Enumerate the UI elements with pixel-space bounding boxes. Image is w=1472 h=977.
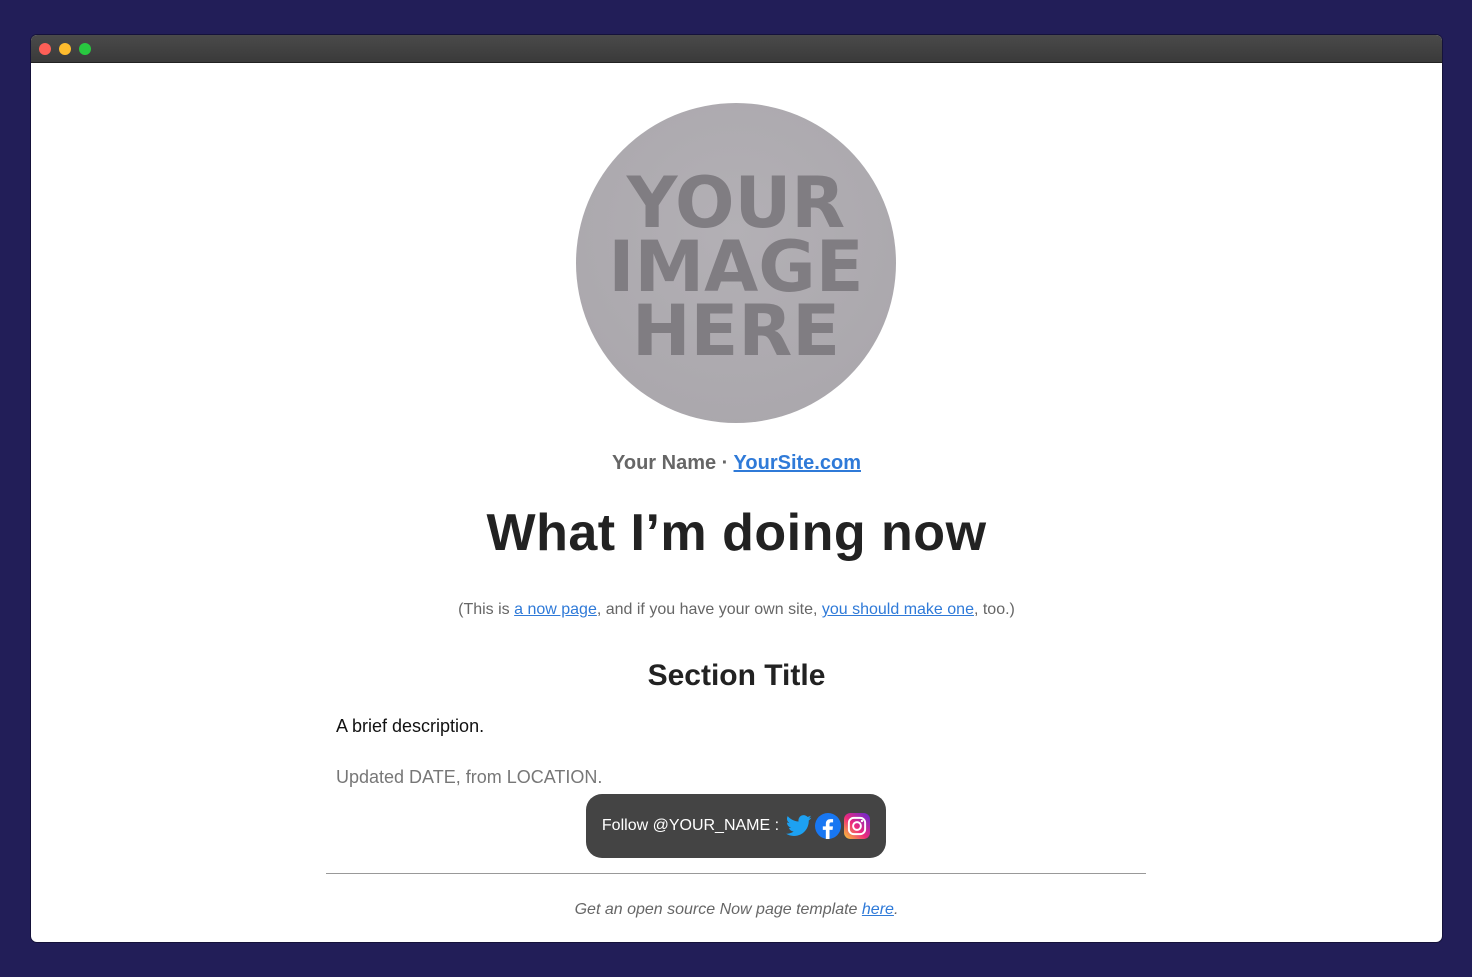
footer-divider [326,873,1146,874]
title-bar [31,35,1442,63]
footer-prefix: Get an open source Now page template [574,901,862,918]
image-placeholder-icon: YOUR IMAGE HERE [608,162,863,372]
maximize-window-button[interactable] [79,43,91,55]
follow-box: Follow @YOUR_NAME : [586,794,886,858]
page-title: What I’m doing now [486,504,987,562]
facebook-icon[interactable] [815,813,842,839]
footer-suffix: . [893,901,899,918]
intro-middle: , and if you have your own site, [596,601,822,618]
intro-prefix: (This is [458,601,515,618]
avatar: YOUR IMAGE HERE [576,103,896,423]
byline: Your Name · YourSite.com [31,452,1442,475]
make-one-link[interactable]: you should make one [822,601,974,618]
close-window-button[interactable] [39,43,51,55]
intro-suffix: , too.) [973,601,1015,618]
byline-separator: · [716,452,734,474]
page-content: YOUR IMAGE HERE Your Name · YourSite.com… [31,63,1442,942]
section-title: Section Title [647,659,826,692]
placeholder-line-3: HERE [632,290,840,372]
minimize-window-button[interactable] [59,43,71,55]
intro-text: (This is a now page, and if you have you… [31,601,1442,619]
site-link[interactable]: YourSite.com [734,452,861,474]
twitter-icon[interactable] [786,815,812,837]
browser-window: YOUR IMAGE HERE Your Name · YourSite.com… [31,35,1442,942]
follow-label: Follow @YOUR_NAME : [601,817,780,834]
section-description: A brief description. [336,716,485,736]
footer-text: Get an open source Now page template her… [31,901,1442,919]
updated-note: Updated DATE, from LOCATION. [336,767,603,787]
instagram-icon[interactable] [844,813,871,839]
template-link[interactable]: here [862,901,894,918]
author-name: Your Name [612,452,717,474]
now-page-link[interactable]: a now page [514,601,597,618]
